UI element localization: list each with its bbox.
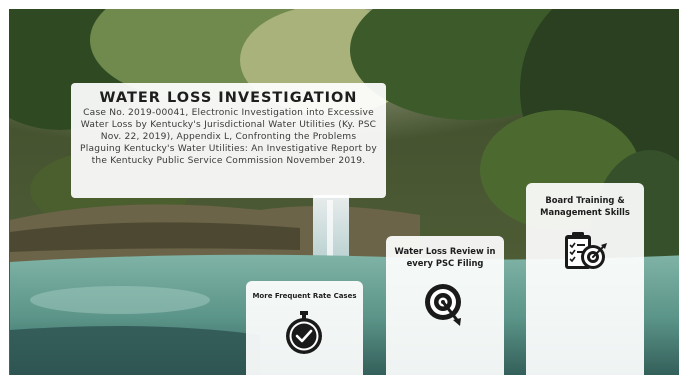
- card-label: Water Loss Review in every PSC Filing: [394, 246, 496, 268]
- card-label: Board Training & Management Skills: [540, 195, 630, 217]
- target-icon: [425, 284, 461, 326]
- card-label: More Frequent Rate Cases: [252, 292, 357, 300]
- title-panel: WATER LOSS INVESTIGATION Case No. 2019-0…: [71, 83, 386, 198]
- card-board-training: Board Training & Management Skills: [526, 183, 644, 381]
- clipboard-target-icon: [565, 232, 607, 269]
- card-water-loss-review: Water Loss Review in every PSC Filing: [386, 236, 504, 381]
- card-more-frequent-rate-cases: More Frequent Rate Cases: [246, 281, 363, 381]
- slide-subtitle: Case No. 2019-00041, Electronic Investig…: [80, 108, 377, 166]
- slide: WATER LOSS INVESTIGATION Case No. 2019-0…: [0, 0, 688, 381]
- stopwatch-icon: [286, 311, 322, 354]
- slide-title: WATER LOSS INVESTIGATION: [99, 90, 358, 106]
